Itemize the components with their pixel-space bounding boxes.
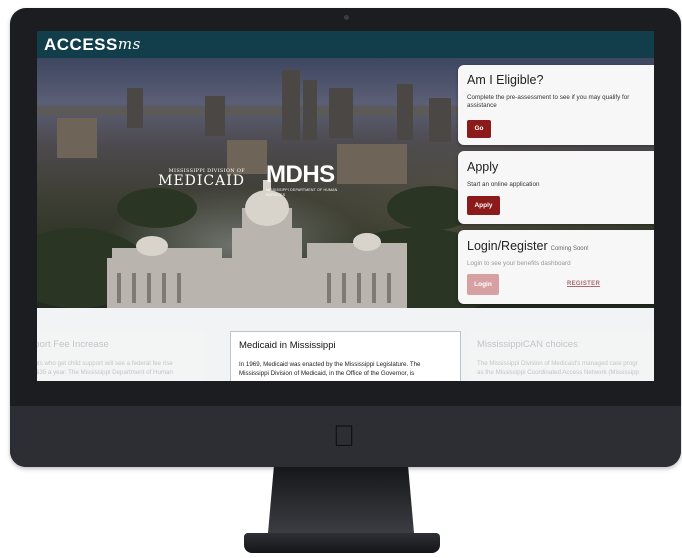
register-link[interactable]: REGISTER <box>567 281 600 287</box>
news-card-medicaid[interactable]: Medicaid in Mississippi In 1969, Medicai… <box>230 331 461 381</box>
login-title-row: Login/Register Coming Soon! <box>467 239 589 253</box>
logo-ms-text: ms <box>117 35 141 53</box>
access-ms-logo[interactable]: ACCESSms <box>44 34 141 55</box>
screen: ACCESSms MISSISSIPPI DIVISION OF MEDICAI… <box>37 31 654 381</box>
site-header: ACCESSms <box>37 31 654 58</box>
login-button[interactable]: Login <box>467 274 499 295</box>
eligibility-title: Am I Eligible? <box>467 73 544 87</box>
news-title: Medicaid in Mississippi <box>239 340 336 351</box>
apply-button[interactable]: Apply <box>467 196 500 215</box>
login-text: Login to see your benefits dashboard <box>467 260 571 267</box>
mdhs-logo-big: MDHS <box>266 161 335 188</box>
camera <box>344 15 349 20</box>
apply-card: Apply Start an online application Apply <box>458 151 654 224</box>
news-text: The Mississippi Division of Medicaid's m… <box>477 360 639 376</box>
mdhs-logo-small: MISSISSIPPI DEPARTMENT OF HUMAN SERVICES <box>266 188 338 197</box>
login-card: Login/Register Coming Soon! Login to see … <box>458 230 654 304</box>
go-button[interactable]: Go <box>467 120 491 138</box>
news-title: MississippiCAN choices <box>477 339 578 350</box>
eligibility-text: Complete the pre-assessment to see if yo… <box>467 94 630 109</box>
coming-soon-label: Coming Soon! <box>550 246 589 252</box>
medicaid-logo-big: MEDICAID <box>158 173 245 189</box>
logo-access-text: ACCESS <box>44 35 118 54</box>
medicaid-logo: MISSISSIPPI DIVISION OF MEDICAID <box>153 168 245 189</box>
news-text: rents who get child support will see a f… <box>37 360 173 376</box>
login-title: Login/Register <box>467 239 548 253</box>
apply-text: Start an online application <box>467 181 540 188</box>
news-title: pport Fee Increase <box>37 339 109 350</box>
apply-title: Apply <box>467 160 499 174</box>
mdhs-logo: MDHS MISSISSIPPI DEPARTMENT OF HUMAN SER… <box>266 162 348 198</box>
news-text: In 1969, Medicaid was enacted by the Mis… <box>239 361 421 377</box>
apple-logo-icon:  <box>329 420 359 454</box>
eligibility-card: Am I Eligible? Complete the pre-assessme… <box>458 65 654 145</box>
news-card-mississippican[interactable]: MississippiCAN choices The Mississippi D… <box>469 331 654 381</box>
monitor-stand-neck <box>268 467 414 533</box>
monitor-stand-base <box>244 533 440 553</box>
news-card-child-support[interactable]: pport Fee Increase rents who get child s… <box>37 331 205 381</box>
monitor-chin:  <box>10 406 681 467</box>
